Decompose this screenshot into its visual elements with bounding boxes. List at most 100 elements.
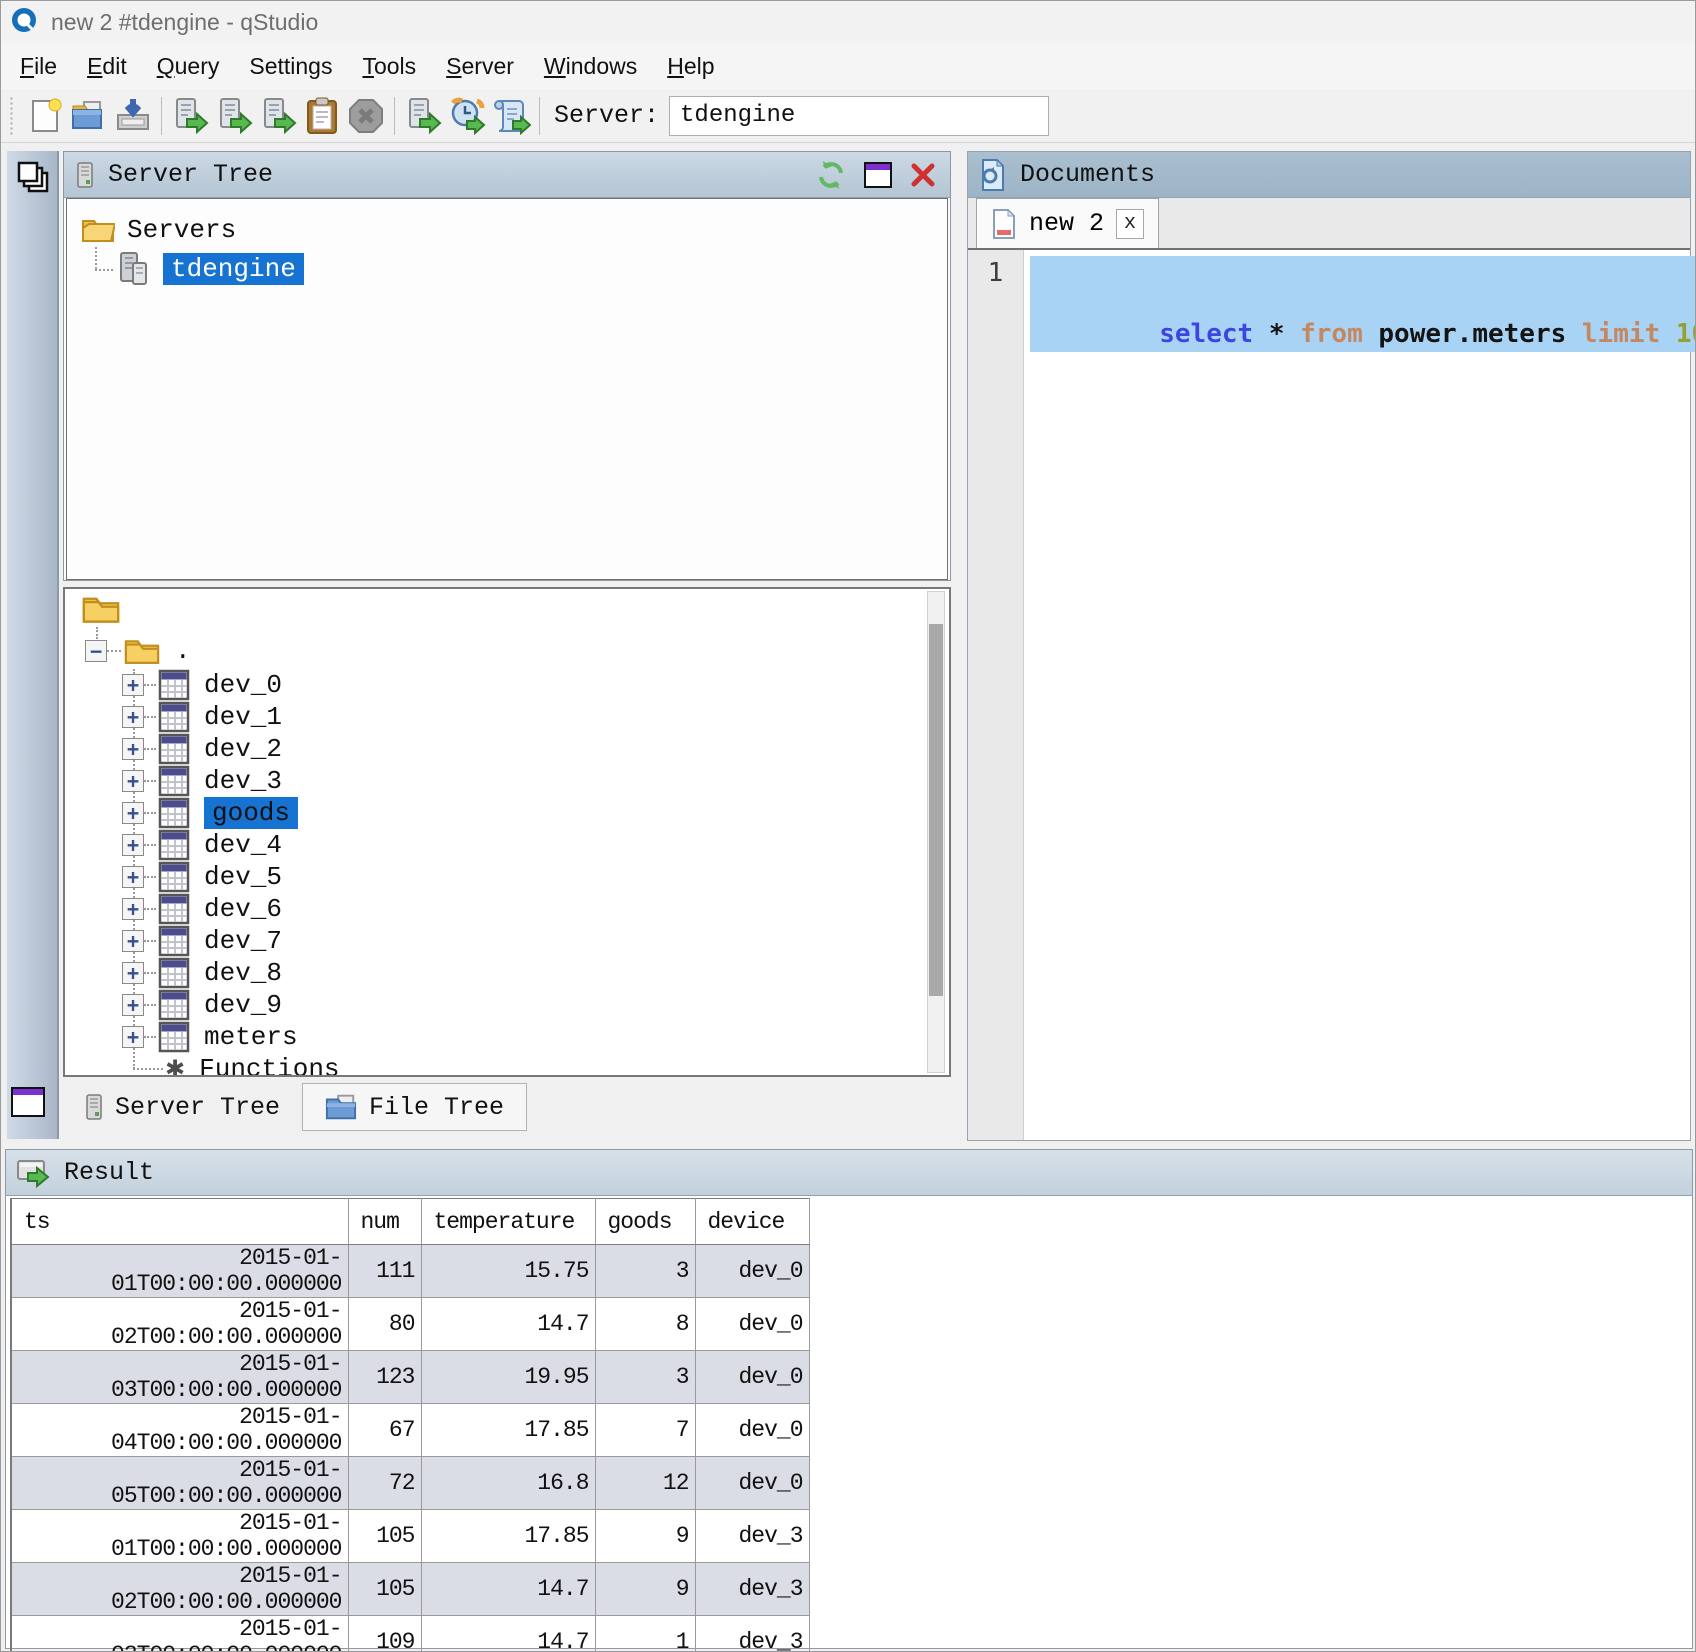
table-name-label: meters: [204, 1022, 298, 1052]
expand-expander[interactable]: +: [122, 994, 144, 1016]
tree-node-table[interactable]: + goods: [122, 797, 298, 829]
table-icon: [158, 701, 190, 733]
tree-connector: [144, 684, 156, 686]
table-icon: [158, 1021, 190, 1053]
save-button[interactable]: [111, 95, 155, 137]
tab-file-tree[interactable]: File Tree: [302, 1083, 527, 1131]
document-tab-label: new 2: [1029, 209, 1104, 238]
tree-node-table[interactable]: + meters: [122, 1021, 298, 1053]
expand-expander[interactable]: +: [122, 866, 144, 888]
expand-expander[interactable]: +: [122, 898, 144, 920]
open-file-button[interactable]: [67, 95, 111, 137]
result-row[interactable]: 2015-01-02T00:00:00.000000 105 14.7 9 de…: [11, 1563, 809, 1616]
tree-node-table[interactable]: + dev_0: [122, 669, 282, 701]
result-row[interactable]: 2015-01-04T00:00:00.000000 67 17.85 7 de…: [11, 1404, 809, 1457]
refresh-icon[interactable]: [816, 160, 846, 190]
tree-node-tdengine[interactable]: tdengine: [117, 251, 304, 287]
tree-node-table[interactable]: + dev_2: [122, 733, 282, 765]
expand-expander[interactable]: +: [122, 802, 144, 824]
close-panel-icon[interactable]: [910, 162, 936, 188]
menu-item[interactable]: Help: [652, 47, 729, 86]
expand-expander[interactable]: +: [122, 930, 144, 952]
expand-expander[interactable]: +: [122, 1026, 144, 1048]
menu-item[interactable]: Windows: [529, 47, 652, 86]
stop-button[interactable]: [344, 95, 388, 137]
tree-node-servers[interactable]: Servers: [81, 215, 236, 245]
close-tab-button[interactable]: x: [1116, 209, 1144, 239]
server-tree-body: Servers tdengine: [66, 198, 948, 580]
menu-item[interactable]: Settings: [234, 47, 347, 86]
run-line-button[interactable]: [212, 95, 256, 137]
menu-item[interactable]: Tools: [347, 47, 431, 86]
result-row[interactable]: 2015-01-05T00:00:00.000000 72 16.8 12 de…: [11, 1457, 809, 1510]
column-header[interactable]: device: [695, 1199, 809, 1245]
table-icon: [158, 957, 190, 989]
table-name-label: dev_8: [204, 958, 282, 988]
expand-expander[interactable]: +: [122, 674, 144, 696]
stacked-windows-icon[interactable]: [15, 159, 53, 197]
result-icon: [16, 1157, 52, 1189]
result-row[interactable]: 2015-01-01T00:00:00.000000 105 17.85 9 d…: [11, 1510, 809, 1563]
server-panel-icon: [76, 162, 94, 188]
tree-node-dot-folder[interactable]: − .: [85, 635, 191, 667]
tree-root-folder[interactable]: [81, 593, 121, 625]
column-header[interactable]: temperature: [421, 1199, 595, 1245]
run-script-button[interactable]: [489, 95, 533, 137]
menu-item[interactable]: Edit: [72, 47, 142, 86]
server-tree-header[interactable]: Server Tree: [64, 152, 950, 198]
tree-node-table[interactable]: + dev_9: [122, 989, 282, 1021]
column-header[interactable]: goods: [595, 1199, 695, 1245]
tree-node-table[interactable]: + dev_8: [122, 957, 282, 989]
expand-expander[interactable]: +: [122, 770, 144, 792]
tree-connector: [144, 716, 156, 718]
toolbar-grip[interactable]: [9, 96, 15, 136]
tree-node-table[interactable]: + dev_3: [122, 765, 282, 797]
tree-node-table[interactable]: + dev_5: [122, 861, 282, 893]
run-query-button[interactable]: [168, 95, 212, 137]
run-selection-button[interactable]: [256, 95, 300, 137]
run-file-button[interactable]: [401, 95, 445, 137]
tab-new-2[interactable]: new 2 x: [976, 198, 1159, 248]
new-document-button[interactable]: [23, 95, 67, 137]
scrollbar-thumb[interactable]: [929, 624, 943, 996]
column-header[interactable]: num: [348, 1199, 421, 1245]
table-icon: [158, 829, 190, 861]
server-combo[interactable]: tdengine: [669, 96, 1049, 136]
maximize-panel-icon[interactable]: [864, 162, 892, 188]
sql-token: [1566, 319, 1582, 349]
documents-header[interactable]: Documents: [968, 152, 1690, 198]
qstudio-window: new 2 #tdengine - qStudio File Edit Quer…: [0, 0, 1696, 1652]
sql-editor[interactable]: 1 select * from power.meters limit 10;: [968, 248, 1690, 1140]
table-icon: [158, 797, 190, 829]
collapse-expander[interactable]: −: [85, 640, 107, 662]
paste-button[interactable]: [300, 95, 344, 137]
restore-panel-icon[interactable]: [11, 1087, 45, 1117]
menu-bar: File Edit Query Settings Tools Server Wi…: [1, 43, 1695, 89]
expand-expander[interactable]: +: [122, 738, 144, 760]
tree-connector: [95, 247, 97, 269]
tab-server-tree[interactable]: Server Tree: [63, 1083, 302, 1131]
tree-node-table[interactable]: + dev_1: [122, 701, 282, 733]
sql-code-line[interactable]: select * from power.meters limit 10;: [1030, 256, 1696, 352]
result-row[interactable]: 2015-01-02T00:00:00.000000 80 14.7 8 dev…: [11, 1298, 809, 1351]
menu-item[interactable]: Query: [142, 47, 235, 86]
tree-node-table[interactable]: + dev_7: [122, 925, 282, 957]
vertical-scrollbar[interactable]: [927, 591, 945, 1073]
result-row[interactable]: 2015-01-01T00:00:00.000000 111 15.75 3 d…: [11, 1245, 809, 1298]
result-row[interactable]: 2015-01-03T00:00:00.000000 109 14.7 1 de…: [11, 1616, 809, 1652]
menu-item[interactable]: File: [5, 47, 72, 86]
tree-node-functions[interactable]: ✱ Functions: [133, 1053, 340, 1077]
tree-node-table[interactable]: + dev_4: [122, 829, 282, 861]
expand-expander[interactable]: +: [122, 962, 144, 984]
menu-item[interactable]: Server: [431, 47, 529, 86]
result-row[interactable]: 2015-01-03T00:00:00.000000 123 19.95 3 d…: [11, 1351, 809, 1404]
cell-temperature: 17.85: [421, 1404, 595, 1457]
expand-expander[interactable]: +: [122, 706, 144, 728]
result-header[interactable]: Result: [6, 1150, 1692, 1196]
expand-expander[interactable]: +: [122, 834, 144, 856]
column-header[interactable]: ts: [11, 1199, 348, 1245]
tree-node-table[interactable]: + dev_6: [122, 893, 282, 925]
run-scheduled-button[interactable]: [445, 95, 489, 137]
server-combo-value: tdengine: [680, 102, 795, 129]
cell-num: 109: [348, 1616, 421, 1652]
